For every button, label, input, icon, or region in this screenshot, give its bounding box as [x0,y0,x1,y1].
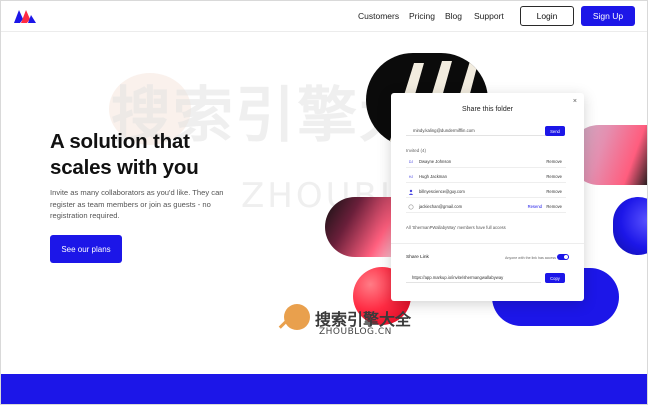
hero-title-line-1: A solution that [50,130,190,153]
nav-link-support[interactable]: Support [474,11,504,21]
access-note: All 'ShermanPWallabyWay' members have fu… [406,225,506,230]
page: Customers Pricing Blog Support Login Sig… [0,0,648,405]
footer-band [1,374,647,404]
invited-row: jackiechan@gmail.com Resend Remove [406,202,566,213]
hero-title-line-2: scales with you [50,156,199,179]
pending-icon [408,204,414,210]
remove-button[interactable]: Remove [546,189,562,194]
avatar: DJ [408,160,414,164]
nav-link-blog[interactable]: Blog [445,11,462,21]
invite-email-input[interactable]: mindy.kaling@dundermifflin.com [406,126,546,136]
nav-link-customers[interactable]: Customers [358,11,399,21]
see-plans-button[interactable]: See our plans [50,235,122,263]
resend-button[interactable]: Resend [528,204,542,209]
share-link-value: https://app.markup.io/invite/shermangwal… [412,275,504,280]
signup-button[interactable]: Sign Up [581,6,635,26]
invited-row: billnyescience@guy.com Remove [406,187,566,198]
watermark-magnifier-icon [284,304,310,330]
share-link-label: Share Link [406,255,429,260]
remove-button[interactable]: Remove [546,204,562,209]
invited-count-label: Invited (4) [406,148,427,153]
close-icon[interactable]: × [573,98,577,105]
hero-description: Invite as many collaborators as you'd li… [50,188,224,220]
nav-link-pricing[interactable]: Pricing [409,11,435,21]
watermark-small-domain: ZHOUBLOG.CN [319,327,392,337]
user-icon [408,189,414,195]
brand-logo-icon[interactable] [14,10,36,23]
remove-button[interactable]: Remove [546,159,562,164]
top-navbar: Customers Pricing Blog Support Login Sig… [1,1,647,32]
invitee-email: jackiechan@gmail.com [419,204,463,209]
copy-button[interactable]: Copy [545,273,565,283]
send-button[interactable]: Send [545,126,565,136]
share-link-input[interactable]: https://app.markup.io/invite/shermangwal… [406,273,541,283]
share-link-toggle[interactable] [557,254,569,260]
avatar: HJ [408,175,414,179]
share-link-hint: Anyone with the link has access [505,256,556,260]
invited-row: DJ Dwayne Johnson Remove [406,157,566,168]
invitee-name: Hugh Jackman [419,174,447,179]
invitee-email: billnyescience@guy.com [419,189,465,194]
decorative-blue-circle [613,197,647,255]
hero-title: A solution that scales with you [50,129,290,181]
share-folder-dialog: Share this folder × mindy.kaling@dunderm… [391,93,584,301]
remove-button[interactable]: Remove [546,174,562,179]
invitee-name: Dwayne Johnson [419,159,452,164]
divider [391,243,584,244]
invite-email-value: mindy.kaling@dundermifflin.com [413,128,475,133]
invited-row: HJ Hugh Jackman Remove [406,172,566,183]
dialog-title: Share this folder [462,106,513,113]
login-button[interactable]: Login [520,6,574,26]
decorative-pink-pill-left [325,197,395,257]
